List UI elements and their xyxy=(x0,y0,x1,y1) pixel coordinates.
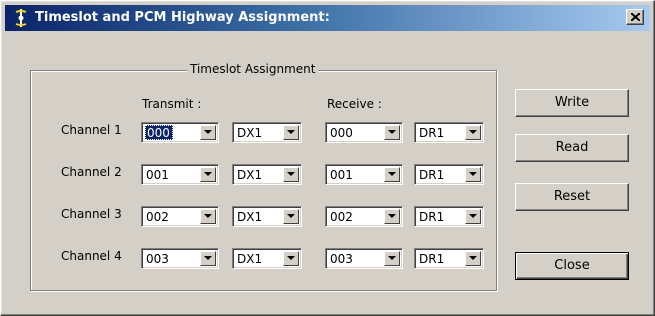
channel-4-rx-slot-select[interactable]: 003 xyxy=(325,248,403,269)
combo-value: DX1 xyxy=(237,168,263,182)
title-bar[interactable]: Timeslot and PCM Highway Assignment: xyxy=(5,5,650,31)
channel-1-rx-highway-select[interactable]: DR1 xyxy=(414,122,484,143)
channel-1-rx-slot-select[interactable]: 000 xyxy=(325,122,403,143)
chevron-down-icon xyxy=(204,172,212,176)
dropdown-button[interactable] xyxy=(283,125,299,140)
chevron-down-icon xyxy=(287,130,295,134)
app-icon xyxy=(13,8,29,28)
channel-2-rx-highway-select[interactable]: DR1 xyxy=(414,164,484,185)
chevron-down-icon xyxy=(469,130,477,134)
channel-2-tx-highway-select[interactable]: DX1 xyxy=(232,164,302,185)
combo-value: DR1 xyxy=(419,210,445,224)
channel-3-rx-highway-select[interactable]: DR1 xyxy=(414,206,484,227)
close-icon xyxy=(631,13,640,21)
combo-value: DX1 xyxy=(237,252,263,266)
chevron-down-icon xyxy=(388,256,396,260)
dropdown-button[interactable] xyxy=(384,125,400,140)
dropdown-button[interactable] xyxy=(465,125,481,140)
chevron-down-icon xyxy=(469,214,477,218)
reset-button[interactable]: Reset xyxy=(515,183,629,211)
channel-1-label: Channel 1 xyxy=(61,123,122,137)
receive-label: Receive : xyxy=(327,97,382,111)
channel-3-rx-slot-select[interactable]: 002 xyxy=(325,206,403,227)
dropdown-button[interactable] xyxy=(283,251,299,266)
channel-1-tx-slot-select[interactable]: 000 xyxy=(141,122,219,143)
chevron-down-icon xyxy=(287,214,295,218)
dropdown-button[interactable] xyxy=(200,251,216,266)
combo-value: 003 xyxy=(330,252,353,266)
chevron-down-icon xyxy=(388,214,396,218)
dropdown-button[interactable] xyxy=(283,209,299,224)
channel-2-tx-slot-select[interactable]: 001 xyxy=(141,164,219,185)
dropdown-button[interactable] xyxy=(384,209,400,224)
dropdown-button[interactable] xyxy=(384,167,400,182)
channel-3-tx-slot-select[interactable]: 002 xyxy=(141,206,219,227)
channel-4-tx-highway-select[interactable]: DX1 xyxy=(232,248,302,269)
chevron-down-icon xyxy=(388,130,396,134)
channel-2-label: Channel 2 xyxy=(61,165,122,179)
combo-value: DX1 xyxy=(237,210,263,224)
dropdown-button[interactable] xyxy=(283,167,299,182)
channel-4-label: Channel 4 xyxy=(61,249,122,263)
combo-value: DR1 xyxy=(419,168,445,182)
close-window-button[interactable] xyxy=(626,9,644,25)
group-title: Timeslot Assignment xyxy=(187,62,319,76)
chevron-down-icon xyxy=(469,256,477,260)
chevron-down-icon xyxy=(204,214,212,218)
chevron-down-icon xyxy=(204,256,212,260)
combo-value: DR1 xyxy=(419,126,445,140)
read-button[interactable]: Read xyxy=(515,134,629,162)
close-button[interactable]: Close xyxy=(515,252,629,280)
transmit-label: Transmit : xyxy=(142,97,202,111)
write-button[interactable]: Write xyxy=(515,89,629,117)
dropdown-button[interactable] xyxy=(465,251,481,266)
chevron-down-icon xyxy=(287,256,295,260)
channel-3-label: Channel 3 xyxy=(61,207,122,221)
combo-value: DR1 xyxy=(419,252,445,266)
combo-value: 003 xyxy=(146,252,169,266)
channel-2-rx-slot-select[interactable]: 001 xyxy=(325,164,403,185)
chevron-down-icon xyxy=(388,172,396,176)
chevron-down-icon xyxy=(469,172,477,176)
dropdown-button[interactable] xyxy=(465,209,481,224)
dropdown-button[interactable] xyxy=(465,167,481,182)
channel-1-tx-highway-select[interactable]: DX1 xyxy=(232,122,302,143)
chevron-down-icon xyxy=(204,130,212,134)
channel-4-tx-slot-select[interactable]: 003 xyxy=(141,248,219,269)
combo-value: 002 xyxy=(146,210,169,224)
combo-value: 001 xyxy=(146,168,169,182)
dropdown-button[interactable] xyxy=(200,167,216,182)
combo-value: DX1 xyxy=(237,126,263,140)
combo-value: 000 xyxy=(145,125,173,140)
window-title: Timeslot and PCM Highway Assignment: xyxy=(35,10,330,25)
combo-value: 002 xyxy=(330,210,353,224)
combo-value: 000 xyxy=(330,126,353,140)
dropdown-button[interactable] xyxy=(200,209,216,224)
dropdown-button[interactable] xyxy=(200,125,216,140)
dropdown-button[interactable] xyxy=(384,251,400,266)
channel-4-rx-highway-select[interactable]: DR1 xyxy=(414,248,484,269)
combo-value: 001 xyxy=(330,168,353,182)
dialog-window: Timeslot and PCM Highway Assignment: Tim… xyxy=(0,0,655,316)
chevron-down-icon xyxy=(287,172,295,176)
channel-3-tx-highway-select[interactable]: DX1 xyxy=(232,206,302,227)
